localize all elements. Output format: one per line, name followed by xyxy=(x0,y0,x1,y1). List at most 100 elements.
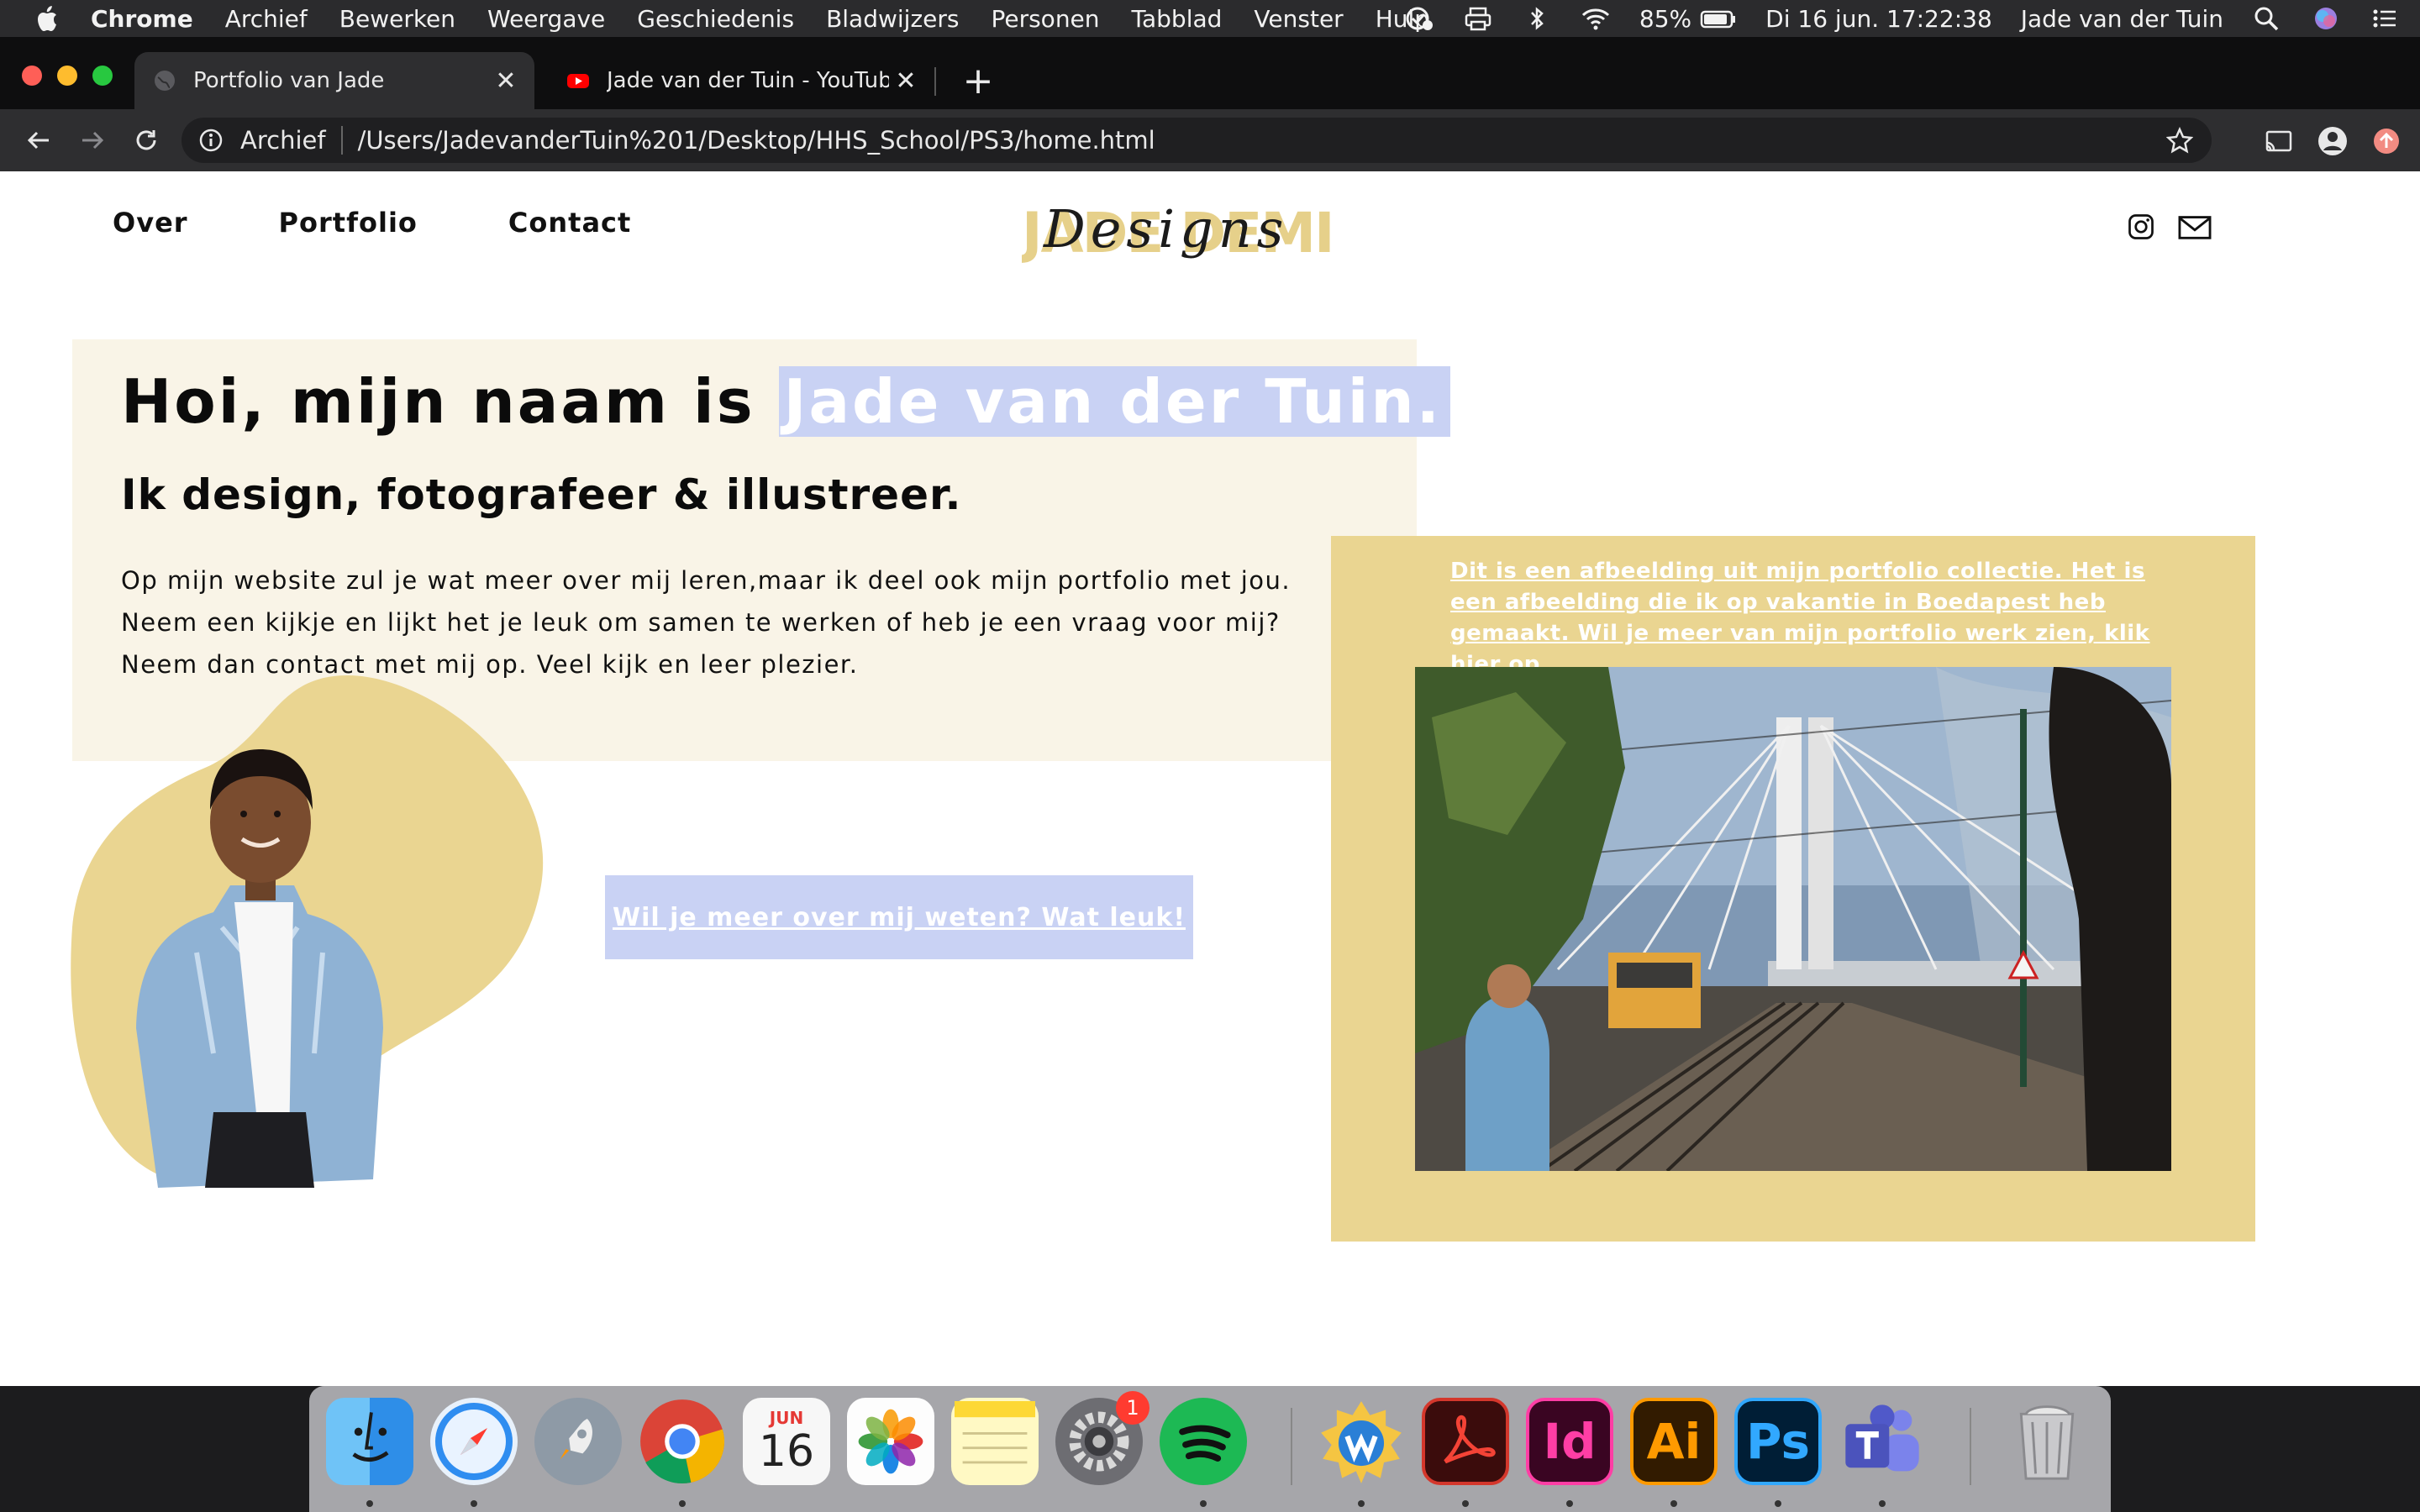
instagram-icon[interactable] xyxy=(2123,208,2160,245)
battery-percentage: 85% xyxy=(1639,4,1692,33)
info-icon[interactable] xyxy=(198,128,224,153)
pedestrian xyxy=(1465,995,1549,1171)
notes-icon[interactable] xyxy=(951,1398,1039,1485)
new-tab-button[interactable]: + xyxy=(955,57,1002,104)
logo-script: Designs xyxy=(1043,198,1288,260)
indesign-icon[interactable]: Id xyxy=(1526,1398,1613,1485)
apple-menu-icon[interactable] xyxy=(30,4,67,33)
budapest-bridge-photo[interactable] xyxy=(1415,667,2171,1171)
tab-portfolio-van-jade[interactable]: Portfolio van Jade ✕ xyxy=(134,52,534,109)
browser-tab-strip: Portfolio van Jade ✕ Jade van der Tuin -… xyxy=(0,37,2420,109)
address-bar[interactable]: Archief /Users/JadevanderTuin%201/Deskto… xyxy=(182,118,2212,163)
wunderlist-icon[interactable] xyxy=(1318,1398,1405,1485)
tram-windows xyxy=(1617,963,1692,988)
menu-geschiedenis[interactable]: Geschiedenis xyxy=(637,5,794,33)
portrait-photo xyxy=(71,675,544,1188)
printer-icon[interactable] xyxy=(1463,5,1493,32)
battery-icon[interactable] xyxy=(1700,5,1737,32)
intro-line: Neem een kijkje en lijkt het je leuk om … xyxy=(121,608,1281,637)
launchpad-icon[interactable] xyxy=(534,1398,622,1485)
window-controls xyxy=(22,66,128,86)
url-text[interactable]: /Users/JadevanderTuin%201/Desktop/HHS_Sc… xyxy=(358,126,2163,155)
site-nav: Over Portfolio Contact xyxy=(113,207,722,239)
photos-icon[interactable] xyxy=(847,1398,934,1485)
portfolio-caption-link[interactable]: Dit is een afbeelding uit mijn portfolio… xyxy=(1450,556,2190,680)
back-arrow-icon[interactable] xyxy=(20,122,57,159)
calendar-day: 16 xyxy=(758,1426,815,1477)
extension-update-icon[interactable] xyxy=(2366,121,2407,161)
running-indicator xyxy=(1462,1500,1469,1507)
spotlight-search-icon[interactable] xyxy=(2252,5,2282,32)
chrome-icon[interactable] xyxy=(639,1398,726,1485)
teams-icon[interactable] xyxy=(1839,1398,1926,1485)
close-tab-icon[interactable]: ✕ xyxy=(489,64,523,97)
menu-personen[interactable]: Personen xyxy=(991,5,1099,33)
browser-toolbar: Archief /Users/JadevanderTuin%201/Deskto… xyxy=(0,109,2420,171)
current-user[interactable]: Jade van der Tuin xyxy=(2021,5,2223,33)
headline-prefix: Hoi, mijn naam is xyxy=(121,366,755,437)
tab-youtube[interactable]: Jade van der Tuin - YouTube ✕ xyxy=(548,52,934,109)
running-indicator xyxy=(1358,1500,1365,1507)
minimize-window-button[interactable] xyxy=(57,66,77,86)
profile-avatar-icon[interactable] xyxy=(2312,121,2353,161)
menu-weergave[interactable]: Weergave xyxy=(487,5,605,33)
bluetooth-icon[interactable] xyxy=(1522,5,1552,32)
calendar-icon[interactable]: JUN 16 xyxy=(743,1398,830,1485)
mail-icon[interactable] xyxy=(2176,208,2213,245)
social-links xyxy=(2106,208,2213,245)
macos-menu-bar: Chrome Archief Bewerken Weergave Geschie… xyxy=(0,0,2420,37)
running-indicator xyxy=(1879,1500,1886,1507)
wifi-icon[interactable] xyxy=(1581,5,1611,32)
file-scheme-chip[interactable]: Archief xyxy=(240,126,343,155)
acrobat-icon[interactable] xyxy=(1422,1398,1509,1485)
maximize-window-button[interactable] xyxy=(92,66,113,86)
spotify-icon[interactable] xyxy=(1160,1398,1247,1485)
photoshop-icon[interactable]: Ps xyxy=(1734,1398,1822,1485)
nav-contact[interactable]: Contact xyxy=(508,207,631,239)
menu-app-chrome[interactable]: Chrome xyxy=(91,5,193,33)
calendar-month: JUN xyxy=(769,1408,804,1428)
tab-divider xyxy=(934,67,936,96)
menu-tabblad[interactable]: Tabblad xyxy=(1132,5,1223,33)
hero-headline: Hoi, mijn naam is Jade van der Tuin. xyxy=(121,366,1451,437)
site-logo[interactable]: JADE DEMI Designs xyxy=(1022,195,1355,270)
close-window-button[interactable] xyxy=(22,66,42,86)
close-tab-icon[interactable]: ✕ xyxy=(889,64,923,97)
menu-bewerken[interactable]: Bewerken xyxy=(339,5,455,33)
tab-title: Jade van der Tuin - YouTube xyxy=(607,68,889,93)
menu-bladwijzers[interactable]: Bladwijzers xyxy=(826,5,959,33)
trash-icon[interactable] xyxy=(2003,1398,2091,1485)
bookmark-star-icon[interactable] xyxy=(2163,123,2196,157)
globe-icon xyxy=(153,69,176,92)
illustrator-icon[interactable]: Ai xyxy=(1630,1398,1718,1485)
about-me-button[interactable]: Wil je meer over mij weten? Wat leuk! xyxy=(605,875,1193,959)
menu-archief[interactable]: Archief xyxy=(225,5,308,33)
running-indicator xyxy=(471,1500,477,1507)
system-preferences-icon[interactable]: 1 xyxy=(1055,1391,1150,1485)
clock[interactable]: Di 16 jun. 17:22:38 xyxy=(1765,5,1992,33)
menu-venster[interactable]: Venster xyxy=(1254,5,1343,33)
tab-title: Portfolio van Jade xyxy=(193,68,385,93)
running-indicator xyxy=(679,1500,686,1507)
running-indicator xyxy=(366,1500,373,1507)
web-page: Over Portfolio Contact JADE DEMI Designs… xyxy=(0,171,2420,1386)
running-indicator xyxy=(1670,1500,1677,1507)
toolbar-actions xyxy=(2245,121,2407,161)
dock-separator xyxy=(1291,1408,1292,1485)
forward-arrow-icon[interactable] xyxy=(74,122,111,159)
vpn-check-icon[interactable] xyxy=(1404,5,1434,32)
nav-portfolio[interactable]: Portfolio xyxy=(279,207,418,239)
intro-text: Op mijn website zul je wat meer over mij… xyxy=(121,559,1348,685)
cast-icon[interactable] xyxy=(2259,121,2299,161)
hero-subheading: Ik design, fotografeer & illustreer. xyxy=(121,470,962,519)
menu-extras: 85% Di 16 jun. 17:22:38 Jade van der Tui… xyxy=(1376,0,2400,37)
nav-over[interactable]: Over xyxy=(113,207,188,239)
finder-icon[interactable] xyxy=(326,1398,413,1485)
reload-icon[interactable] xyxy=(128,122,165,159)
dock-separator xyxy=(1970,1408,1971,1485)
bridge-pylon-right xyxy=(1808,717,1833,969)
siri-icon[interactable] xyxy=(2311,5,2341,32)
safari-icon[interactable] xyxy=(430,1398,518,1485)
notification-badge: 1 xyxy=(1116,1391,1150,1425)
notification-center-icon[interactable] xyxy=(2370,5,2400,32)
